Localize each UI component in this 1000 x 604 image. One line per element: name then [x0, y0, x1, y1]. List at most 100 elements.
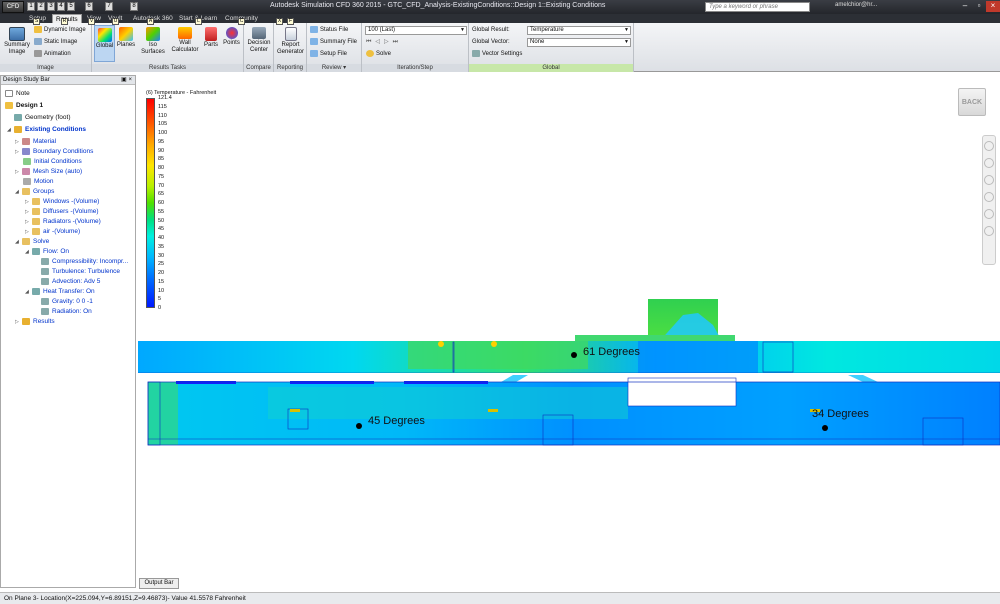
planes-button[interactable]: Planes	[116, 27, 136, 61]
fit-all-icon[interactable]	[984, 226, 994, 236]
tree-item-solve[interactable]: ◢ Solve	[15, 237, 49, 246]
quick-access-open-icon[interactable]: 2	[37, 2, 45, 11]
wall-calculator-button[interactable]: Wall Calculator	[170, 27, 200, 61]
look-at-icon[interactable]	[984, 209, 994, 219]
tree-item-windows[interactable]: ▷ Windows -(Volume)	[25, 197, 99, 206]
legend-tick-label: 121.4	[158, 95, 172, 101]
parts-button[interactable]: Parts	[202, 27, 220, 61]
summary-image-icon	[9, 27, 25, 41]
summary-file-button[interactable]: Summary File	[310, 38, 357, 47]
collapse-icon[interactable]: ▷	[15, 148, 21, 157]
user-account[interactable]: amelchior@hr...	[835, 2, 877, 8]
tree-item-geometry[interactable]: Geometry (foot)	[14, 113, 71, 122]
static-image-icon	[34, 38, 42, 45]
animation-button[interactable]: Animation	[34, 50, 71, 59]
points-button[interactable]: Points	[221, 27, 242, 61]
quick-access-print-icon[interactable]: 7	[105, 2, 113, 11]
close-icon[interactable]: ×	[986, 1, 1000, 12]
tree-item-motion[interactable]: Motion	[23, 177, 54, 186]
global-vector-select[interactable]: None ▼	[527, 38, 631, 47]
summary-image-button[interactable]: Summary Image	[2, 27, 32, 61]
quick-access-new-icon[interactable]: 1	[27, 2, 35, 11]
graphics-viewport[interactable]: (6) Temperature - Fahrenheit 121.4 115 110…	[138, 75, 1000, 576]
vector-settings-button[interactable]: Vector Settings	[472, 50, 522, 59]
solve-button[interactable]: Solve	[366, 50, 391, 59]
tree-item-turbulence[interactable]: Turbulence: Turbulence	[41, 267, 120, 276]
tree-item-note[interactable]: Note	[5, 89, 30, 98]
boundary-conditions-icon	[22, 147, 30, 155]
playback-controls[interactable]: ⏮◁▷⏭	[366, 38, 402, 47]
quick-access-run-icon[interactable]: 6	[85, 2, 93, 11]
expand-icon[interactable]: ◢	[25, 288, 31, 297]
collapse-icon[interactable]: ▷	[25, 198, 31, 207]
quick-access-help-icon[interactable]: 8	[130, 2, 138, 11]
cfd-temperature-plot[interactable]	[138, 75, 1000, 576]
dynamic-image-button[interactable]: Dynamic Image	[34, 26, 86, 35]
collapse-icon[interactable]: ▷	[15, 168, 21, 177]
status-file-button[interactable]: Status File	[310, 26, 348, 35]
steering-wheel-icon[interactable]	[984, 141, 994, 151]
legend-tick-label: 25	[158, 261, 165, 268]
application-menu-button[interactable]: CFD 360	[2, 1, 24, 21]
tree-item-design-1[interactable]: Design 1	[5, 101, 43, 110]
tree-item-material[interactable]: ▷ Material	[15, 137, 56, 146]
tree-item-radiation[interactable]: Radiation: On	[41, 307, 92, 316]
first-step-icon[interactable]: ⏮	[366, 39, 375, 45]
tree-item-boundary-conditions[interactable]: ▷ Boundary Conditions	[15, 147, 93, 156]
last-step-icon[interactable]: ⏭	[393, 39, 402, 45]
global-result-select[interactable]: Temperature ▼	[527, 26, 631, 35]
collapse-icon[interactable]: ▷	[15, 138, 21, 147]
tree-item-air[interactable]: ▷ air -(Volume)	[25, 227, 80, 236]
temperature-legend-bar	[146, 98, 155, 308]
quick-access-redo-icon[interactable]: 5	[67, 2, 75, 11]
iso-surfaces-button[interactable]: Iso Surfaces	[137, 27, 169, 61]
pan-icon[interactable]	[984, 158, 994, 168]
collapse-icon[interactable]: ▷	[25, 228, 31, 237]
collapse-icon[interactable]: ▷	[15, 318, 21, 327]
tree-item-groups[interactable]: ◢ Groups	[15, 187, 54, 196]
static-image-button[interactable]: Static Image	[34, 38, 77, 47]
tree-item-heat-transfer[interactable]: ◢ Heat Transfer: On	[25, 287, 95, 296]
legend-tick-label: 10	[158, 287, 165, 294]
tree-item-gravity[interactable]: Gravity: 0 0 -1	[41, 297, 93, 306]
design-study-bar-header: Design Study Bar ▣ ×	[1, 76, 135, 85]
previous-step-icon[interactable]: ◁	[375, 39, 384, 45]
collapse-icon[interactable]: ▷	[25, 208, 31, 217]
minimize-icon[interactable]: –	[958, 1, 972, 12]
tree-item-results[interactable]: ▷ Results	[15, 317, 55, 326]
keytip: R	[61, 18, 68, 25]
panel-pin-close-icons[interactable]: ▣ ×	[121, 76, 132, 85]
collapse-icon[interactable]: ▷	[25, 218, 31, 227]
expand-icon[interactable]: ◢	[15, 238, 21, 247]
setting-icon	[41, 257, 49, 265]
tree-item-compressibility[interactable]: Compressibility: Incompr...	[41, 257, 128, 266]
probe-point-61	[571, 352, 577, 358]
tree-item-advection[interactable]: Advection: Adv 5	[41, 277, 100, 286]
maximize-icon[interactable]: ▫	[972, 1, 986, 12]
play-icon[interactable]: ▷	[384, 39, 393, 45]
setup-file-button[interactable]: Setup File	[310, 50, 347, 59]
global-button[interactable]: Global	[94, 25, 115, 62]
tree-item-radiators[interactable]: ▷ Radiators -(Volume)	[25, 217, 101, 226]
tree-item-mesh-size[interactable]: ▷ Mesh Size (auto)	[15, 167, 82, 176]
quick-access-undo-icon[interactable]: 4	[57, 2, 65, 11]
report-generator-button[interactable]: Report Generator	[275, 27, 306, 61]
scenario-icon	[14, 125, 22, 133]
quick-access-save-icon[interactable]: 3	[47, 2, 55, 11]
tree-item-flow[interactable]: ◢ Flow: On	[25, 247, 69, 256]
output-bar-button[interactable]: Output Bar	[139, 578, 179, 589]
legend-tick-label: 30	[158, 252, 165, 259]
expand-icon[interactable]: ◢	[15, 188, 21, 197]
expand-icon[interactable]: ◢	[7, 126, 13, 135]
tree-item-diffusers[interactable]: ▷ Diffusers -(Volume)	[25, 207, 99, 216]
tree-item-initial-conditions[interactable]: Initial Conditions	[23, 157, 82, 166]
expand-icon[interactable]: ◢	[25, 248, 31, 257]
iteration-select[interactable]: 100 (Last) ▼	[365, 26, 467, 35]
decision-center-button[interactable]: Decision Center	[245, 27, 273, 61]
warm-zone-upper	[408, 341, 588, 369]
zoom-icon[interactable]	[984, 175, 994, 185]
orbit-icon[interactable]	[984, 192, 994, 202]
search-input[interactable]: Type a keyword or phrase	[705, 2, 810, 12]
tree-item-existing-conditions[interactable]: ◢ Existing Conditions	[7, 125, 86, 134]
back-button[interactable]: BACK	[958, 88, 986, 116]
